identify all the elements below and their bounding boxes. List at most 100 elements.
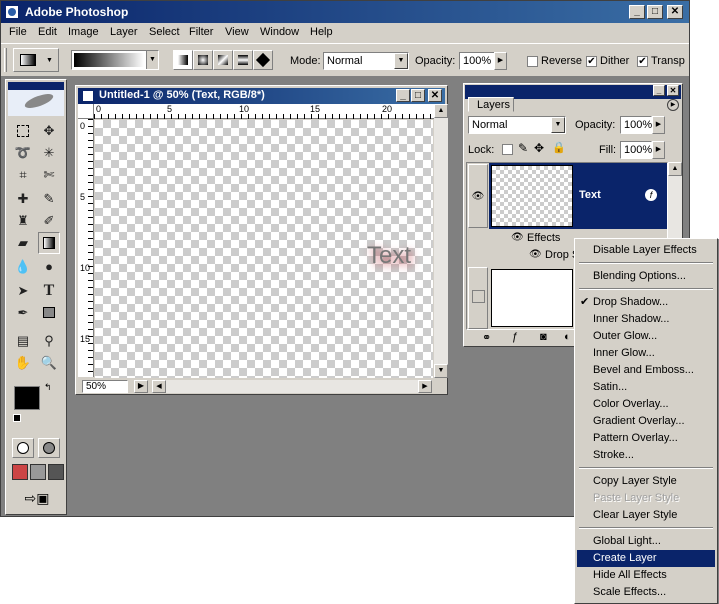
menu-item-inner-shadow[interactable]: Inner Shadow... bbox=[577, 311, 715, 328]
eye-icon[interactable]: 👁 bbox=[529, 249, 542, 260]
minimize-button[interactable]: _ bbox=[629, 5, 645, 19]
menu-item-disable-layer-effects[interactable]: Disable Layer Effects bbox=[577, 242, 715, 259]
add-layer-style-icon[interactable]: ƒ bbox=[512, 331, 518, 343]
palette-close-button[interactable]: ✕ bbox=[667, 85, 679, 96]
slice-tool-icon[interactable]: ✄ bbox=[38, 164, 60, 186]
layer-row-text[interactable]: 👁 Text f bbox=[467, 163, 667, 229]
eraser-tool-icon[interactable]: ▰ bbox=[12, 232, 34, 254]
eyedropper-tool-icon[interactable]: ⚲ bbox=[38, 330, 60, 352]
dither-checkbox[interactable]: ✔ bbox=[586, 56, 597, 67]
menu-file[interactable]: File bbox=[9, 26, 27, 38]
menu-edit[interactable]: Edit bbox=[38, 26, 57, 38]
menu-item-color-overlay[interactable]: Color Overlay... bbox=[577, 396, 715, 413]
lock-all-icon[interactable]: 🔒 bbox=[552, 141, 566, 154]
eye-icon[interactable]: 👁 bbox=[468, 164, 488, 228]
menu-image[interactable]: Image bbox=[68, 26, 99, 38]
visibility-toggle[interactable] bbox=[468, 267, 488, 329]
menu-item-inner-glow[interactable]: Inner Glow... bbox=[577, 345, 715, 362]
canvas[interactable]: Text bbox=[95, 120, 433, 378]
menu-item-outer-glow[interactable]: Outer Glow... bbox=[577, 328, 715, 345]
swap-colors-icon[interactable]: ↰ bbox=[44, 382, 52, 393]
zoom-field[interactable]: 50% bbox=[82, 380, 128, 393]
menu-item-stroke[interactable]: Stroke... bbox=[577, 447, 715, 464]
horizontal-ruler[interactable]: 0 5 10 15 20 bbox=[94, 104, 434, 119]
blur-tool-icon[interactable]: 💧 bbox=[12, 256, 34, 278]
jump-to-imageready-icon[interactable]: ⇨▣ bbox=[12, 490, 62, 510]
palette-menu-button[interactable]: ▶ bbox=[667, 99, 679, 111]
menu-item-drop-shadow[interactable]: ✔ Drop Shadow... bbox=[577, 294, 715, 311]
vertical-ruler[interactable]: 0 5 10 15 bbox=[78, 119, 94, 377]
foreground-color-swatch[interactable] bbox=[14, 386, 40, 410]
doc-close-button[interactable]: ✕ bbox=[428, 89, 442, 102]
vertical-scrollbar[interactable]: ▲ ▼ bbox=[434, 104, 448, 378]
menu-layer[interactable]: Layer bbox=[110, 26, 138, 38]
default-colors-icon[interactable] bbox=[13, 414, 21, 422]
menu-select[interactable]: Select bbox=[149, 26, 180, 38]
menu-filter[interactable]: Filter bbox=[189, 26, 213, 38]
radial-gradient-button[interactable] bbox=[193, 50, 213, 70]
palette-minimize-button[interactable]: _ bbox=[653, 85, 665, 96]
brush-tool-icon[interactable]: ✎ bbox=[38, 188, 60, 210]
menu-item-blending-options[interactable]: Blending Options... bbox=[577, 268, 715, 285]
layer-opacity-arrow[interactable]: ▶ bbox=[652, 116, 665, 134]
adjustment-layer-icon[interactable]: ◐ bbox=[564, 331, 571, 343]
opacity-input[interactable]: 100% bbox=[459, 52, 495, 70]
lock-position-icon[interactable]: ✥ bbox=[534, 141, 544, 155]
menu-item-pattern-overlay[interactable]: Pattern Overlay... bbox=[577, 430, 715, 447]
menu-item-global-light[interactable]: Global Light... bbox=[577, 533, 715, 550]
menu-item-clear-layer-style[interactable]: Clear Layer Style bbox=[577, 507, 715, 524]
scroll-right-button[interactable]: ▶ bbox=[418, 380, 432, 393]
crop-tool-icon[interactable]: ⌗ bbox=[12, 164, 34, 186]
full-screen-mode-icon[interactable] bbox=[48, 464, 64, 480]
clone-stamp-tool-icon[interactable]: ♜ bbox=[12, 210, 34, 232]
doc-minimize-button[interactable]: _ bbox=[396, 89, 410, 102]
horizontal-scrollbar[interactable] bbox=[166, 380, 418, 393]
scroll-left-button[interactable]: ◀ bbox=[152, 380, 166, 393]
angle-gradient-button[interactable] bbox=[213, 50, 233, 70]
menu-item-scale-effects[interactable]: Scale Effects... bbox=[577, 584, 715, 601]
layers-scroll-up-button[interactable]: ▲ bbox=[668, 162, 682, 176]
scroll-down-button[interactable]: ▼ bbox=[434, 364, 448, 378]
menu-item-bevel-emboss[interactable]: Bevel and Emboss... bbox=[577, 362, 715, 379]
move-tool-icon[interactable]: ✥ bbox=[38, 120, 60, 142]
gradient-tool-icon[interactable] bbox=[38, 232, 60, 254]
standard-screen-mode-icon[interactable] bbox=[12, 464, 28, 480]
history-brush-tool-icon[interactable]: ✐ bbox=[38, 210, 60, 232]
ruler-origin[interactable] bbox=[78, 104, 94, 119]
maximize-button[interactable]: □ bbox=[647, 5, 663, 19]
lasso-tool-icon[interactable]: ➰ bbox=[12, 142, 34, 164]
magic-wand-tool-icon[interactable]: ✳ bbox=[38, 142, 60, 164]
menu-help[interactable]: Help bbox=[310, 26, 333, 38]
lock-transparency-icon[interactable] bbox=[502, 144, 513, 155]
tab-layers[interactable]: Layers bbox=[468, 97, 514, 112]
link-icon[interactable]: ⚭ bbox=[482, 331, 491, 344]
shape-tool-icon[interactable] bbox=[38, 302, 60, 324]
reflected-gradient-button[interactable] bbox=[233, 50, 253, 70]
menu-item-satin[interactable]: Satin... bbox=[577, 379, 715, 396]
menu-window[interactable]: Window bbox=[260, 26, 299, 38]
hand-tool-icon[interactable]: ✋ bbox=[12, 352, 34, 374]
diamond-gradient-button[interactable] bbox=[253, 50, 273, 70]
status-menu-button[interactable]: ▶ bbox=[134, 380, 148, 393]
path-selection-tool-icon[interactable]: ➤ bbox=[12, 280, 34, 302]
menu-item-copy-layer-style[interactable]: Copy Layer Style bbox=[577, 473, 715, 490]
marquee-tool-icon[interactable] bbox=[12, 120, 34, 142]
layer-effects-icon[interactable]: f bbox=[645, 189, 657, 201]
opacity-slider-arrow[interactable]: ▶ bbox=[494, 52, 507, 70]
notes-tool-icon[interactable]: ▤ bbox=[12, 330, 34, 352]
menu-item-hide-all-effects[interactable]: Hide All Effects bbox=[577, 567, 715, 584]
reverse-checkbox[interactable] bbox=[527, 56, 538, 67]
full-screen-menu-mode-icon[interactable] bbox=[30, 464, 46, 480]
zoom-tool-icon[interactable]: 🔍 bbox=[38, 352, 60, 374]
layer-opacity-input[interactable]: 100% bbox=[620, 116, 652, 134]
pen-tool-icon[interactable]: ✒ bbox=[12, 302, 34, 324]
lock-image-icon[interactable]: ✎ bbox=[518, 141, 528, 155]
fill-input[interactable]: 100% bbox=[620, 141, 652, 159]
eye-icon[interactable]: 👁 bbox=[511, 232, 524, 243]
linear-gradient-button[interactable] bbox=[173, 50, 193, 70]
dodge-tool-icon[interactable]: ● bbox=[38, 256, 60, 278]
scroll-up-button[interactable]: ▲ bbox=[434, 104, 448, 118]
standard-mode-button[interactable] bbox=[12, 438, 34, 458]
add-mask-icon[interactable]: ◙ bbox=[540, 331, 547, 343]
transparency-checkbox[interactable]: ✔ bbox=[637, 56, 648, 67]
